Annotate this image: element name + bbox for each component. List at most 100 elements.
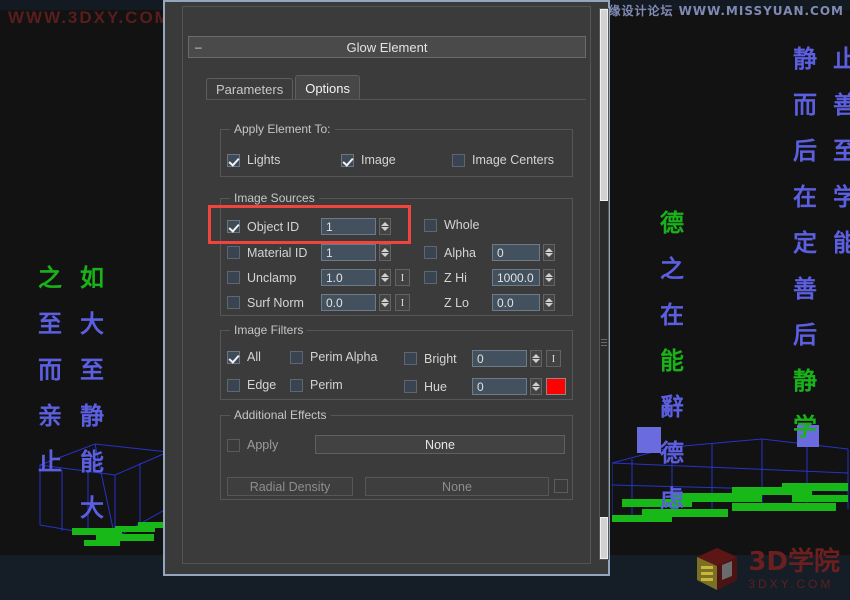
radial-density-value-button[interactable]: None xyxy=(365,477,549,496)
row-bright[interactable]: Bright 0 I xyxy=(404,350,561,367)
surf-norm-spinner[interactable] xyxy=(379,294,391,311)
cjk-glyph: 在 xyxy=(793,183,817,211)
checkbox-icon[interactable] xyxy=(227,271,240,284)
row-label: Object ID xyxy=(247,219,300,234)
cjk-glyph: 善 xyxy=(793,275,817,303)
cjk-glyph: 之 xyxy=(660,255,684,283)
material-id-input[interactable]: 1 xyxy=(321,244,376,261)
z-lo-input[interactable]: 0.0 xyxy=(492,294,540,311)
row-label: Unclamp xyxy=(247,270,297,285)
cjk-glyph: 止 xyxy=(833,45,850,73)
z-lo-spinner[interactable] xyxy=(543,294,555,311)
checkbox-icon[interactable] xyxy=(404,380,417,393)
checkbox-icon[interactable] xyxy=(227,246,240,259)
checkbox-label: All xyxy=(247,350,261,364)
scrollbar-grip xyxy=(601,339,607,347)
cube-logo-icon xyxy=(697,548,738,590)
tab-parameters[interactable]: Parameters xyxy=(206,78,294,100)
radial-density-button[interactable]: Radial Density xyxy=(227,477,353,496)
row-z-hi[interactable]: Z Hi 1000.0 xyxy=(424,269,555,286)
checkbox-icon[interactable] xyxy=(341,153,354,167)
checkbox-icon[interactable] xyxy=(290,378,303,392)
bright-input[interactable]: 0 xyxy=(472,350,527,367)
checkbox-apply[interactable]: Apply xyxy=(227,438,278,452)
alpha-input[interactable]: 0 xyxy=(492,244,540,261)
effect-none-button[interactable]: None xyxy=(315,435,565,454)
row-whole[interactable]: Whole xyxy=(424,218,479,232)
row-material-id[interactable]: Material ID 1 xyxy=(227,244,391,261)
z-hi-input[interactable]: 1000.0 xyxy=(492,269,540,286)
checkbox-icon[interactable] xyxy=(452,153,465,167)
cjk-glyph: 能 xyxy=(80,448,104,476)
alpha-spinner[interactable] xyxy=(543,244,555,261)
surf-norm-interactive-button[interactable]: I xyxy=(395,294,410,311)
scrollbar-thumb-lower[interactable] xyxy=(600,517,608,559)
row-hue[interactable]: Hue 0 xyxy=(404,378,566,395)
material-id-spinner[interactable] xyxy=(379,244,391,261)
checkbox-icon[interactable] xyxy=(227,438,240,452)
checkbox-edge[interactable]: Edge xyxy=(227,378,276,392)
checkbox-icon[interactable] xyxy=(227,350,240,364)
checkbox-icon[interactable] xyxy=(227,296,240,309)
surf-norm-input[interactable]: 0.0 xyxy=(321,294,376,311)
group-title-apply-element-to: Apply Element To: xyxy=(230,122,335,136)
row-surf-norm[interactable]: Surf Norm 0.0 I xyxy=(227,294,410,311)
rollout-header-glow-element[interactable]: – Glow Element xyxy=(188,36,586,58)
unclamp-input[interactable]: 1.0 xyxy=(321,269,376,286)
checkbox-icon[interactable] xyxy=(404,352,417,365)
group-title-image-filters: Image Filters xyxy=(230,323,308,337)
checkbox-perim[interactable]: Perim xyxy=(290,378,343,392)
panel-scrollbar[interactable] xyxy=(599,8,609,560)
bright-spinner[interactable] xyxy=(530,350,542,367)
checkbox-label: Image Centers xyxy=(472,153,554,167)
z-hi-spinner[interactable] xyxy=(543,269,555,286)
hue-color-swatch[interactable] xyxy=(546,378,566,395)
checkbox-label: Edge xyxy=(247,378,277,392)
checkbox-image[interactable]: Image xyxy=(341,153,396,167)
cjk-glyph: 大 xyxy=(80,310,104,338)
checkbox-image-centers[interactable]: Image Centers xyxy=(452,153,554,167)
checkbox-all[interactable]: All xyxy=(227,350,261,364)
checkbox-label: Lights xyxy=(247,153,281,167)
object-id-spinner[interactable] xyxy=(379,218,391,235)
checkbox-icon[interactable] xyxy=(424,218,437,232)
cjk-glyph: 虑 xyxy=(660,485,684,513)
radial-density-toggle[interactable] xyxy=(554,479,568,493)
checkbox-icon[interactable] xyxy=(227,220,240,233)
group-title-additional-effects: Additional Effects xyxy=(230,408,331,422)
checkbox-icon[interactable] xyxy=(290,350,303,364)
cjk-glyph: 静 xyxy=(80,402,104,430)
cjk-glyph: 亲 xyxy=(38,402,62,430)
group-title-image-sources: Image Sources xyxy=(230,191,319,205)
watermark-top-right: 思缘设计论坛 WWW.MISSYUAN.COM xyxy=(595,4,844,18)
cjk-glyph: 如 xyxy=(80,264,104,292)
cjk-glyph: 辭 xyxy=(660,393,684,421)
row-label: Material ID xyxy=(247,245,308,260)
collapse-icon[interactable]: – xyxy=(195,41,202,53)
hue-input[interactable]: 0 xyxy=(472,378,527,395)
row-alpha[interactable]: Alpha 0 xyxy=(424,244,555,261)
cjk-glyph: 学 xyxy=(833,183,850,211)
checkbox-icon[interactable] xyxy=(424,246,437,259)
checkbox-icon[interactable] xyxy=(424,271,437,284)
unclamp-interactive-button[interactable]: I xyxy=(395,269,410,286)
row-unclamp[interactable]: Unclamp 1.0 I xyxy=(227,269,410,286)
tab-options[interactable]: Options xyxy=(295,75,361,100)
checkbox-lights[interactable]: Lights xyxy=(227,153,280,167)
checkbox-icon[interactable] xyxy=(227,378,240,392)
viewport-text-column-b: 之 至 而 亲 止 xyxy=(38,255,62,485)
row-z-lo[interactable]: Z Lo 0.0 xyxy=(424,294,555,311)
scrollbar-thumb[interactable] xyxy=(600,9,608,201)
row-object-id[interactable]: Object ID 1 xyxy=(227,218,391,235)
object-id-input[interactable]: 1 xyxy=(321,218,376,235)
tab-bar: Parameters Options xyxy=(206,75,361,100)
checkbox-perim-alpha[interactable]: Perim Alpha xyxy=(290,350,377,364)
row-label: Whole xyxy=(444,218,480,232)
viewport-text-column-c: 德 之 在 能 辭 德 虑 xyxy=(660,200,684,522)
hue-spinner[interactable] xyxy=(530,378,542,395)
cjk-glyph: 德 xyxy=(660,439,684,467)
checkbox-icon[interactable] xyxy=(227,153,240,167)
cjk-glyph: 定 xyxy=(793,229,817,257)
bright-interactive-button[interactable]: I xyxy=(546,350,561,367)
unclamp-spinner[interactable] xyxy=(379,269,391,286)
